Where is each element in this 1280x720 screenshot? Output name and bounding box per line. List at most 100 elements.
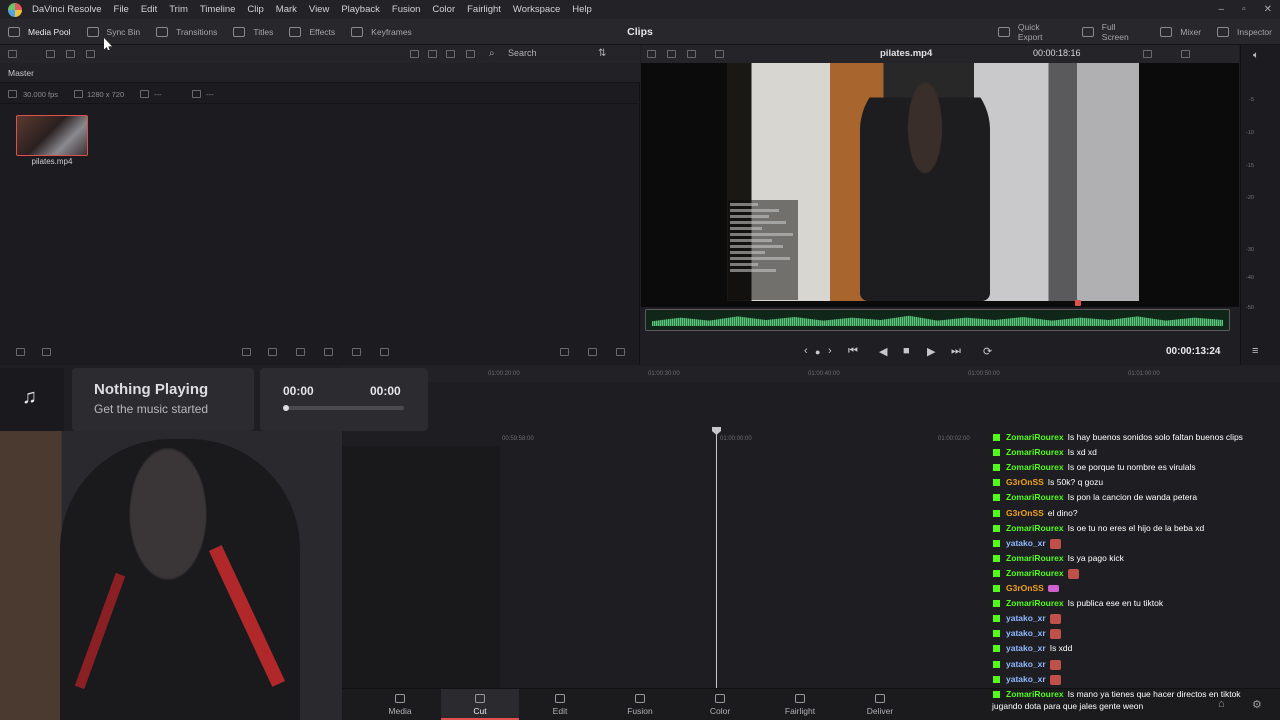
sync-bin-label: Sync Bin [106,26,141,37]
list-view-icon[interactable] [446,50,455,58]
viewer-display-icon[interactable] [1143,50,1152,58]
search-icon[interactable]: ⌕ [489,48,495,59]
chat-text: Is 50k? q gozu [1047,477,1104,487]
reverse-icon[interactable]: ◀ [879,345,887,358]
trim-icon[interactable] [560,348,569,356]
clip-thumbnail[interactable] [16,115,88,156]
import-icon[interactable] [46,50,55,58]
sort-icon[interactable]: ⇅ [598,48,606,59]
menu-workspace[interactable]: Workspace [507,4,566,15]
detail-view-icon[interactable] [466,50,475,58]
music-progress-handle[interactable] [283,405,289,411]
ruler-tick-label: 00:59:58:00 [502,436,534,442]
menu-timeline[interactable]: Timeline [194,4,242,15]
mixer-button[interactable]: Mixer [1152,19,1209,45]
play-icon[interactable]: ▶ [927,345,935,358]
sync-bin-button[interactable]: Sync Bin [79,19,149,45]
quick-export-button[interactable]: Quick Export [990,19,1074,45]
menu-file[interactable]: File [108,4,135,15]
transitions-label: Transitions [176,26,218,37]
menu-help[interactable]: Help [566,4,598,15]
bin-icon[interactable] [66,50,75,58]
viewer-timeline-icon[interactable] [687,50,696,58]
menu-mark[interactable]: Mark [270,4,303,15]
menu-clip[interactable]: Clip [241,4,269,15]
menu-fusion[interactable]: Fusion [386,4,427,15]
place-on-top-icon[interactable] [352,348,361,356]
split-icon[interactable] [16,348,25,356]
search-input[interactable]: Search [508,48,537,58]
volume-icon[interactable]: 🔈︎ [1253,50,1259,61]
page-tab-deliver[interactable]: Deliver [841,689,919,720]
titles-button[interactable]: Titles [225,19,281,45]
chat-text: Is xd xd [1067,447,1097,457]
menu-playback[interactable]: Playback [335,4,386,15]
page-tab-color[interactable]: Color [681,689,759,720]
music-time-end: 00:00 [370,384,401,398]
keyframes-button[interactable]: Keyframes [343,19,420,45]
page-tab-media[interactable]: Media [361,689,439,720]
maximize-icon[interactable]: ▫ [1242,0,1246,19]
audio-meter: 🔈︎ -5 -10 -15 -20 -30 -40 -50 [1240,45,1280,365]
page-tab-fusion[interactable]: Fusion [601,689,679,720]
go-to-end-icon[interactable]: ⏭ [951,345,961,358]
chat-message: G3rOnSS Is 50k? q gozu [993,477,1103,487]
menu-edit[interactable]: Edit [135,4,163,15]
transform-icon[interactable] [588,348,597,356]
mark-icon[interactable]: ● [815,347,820,357]
go-to-start-icon[interactable]: ⏮ [848,345,858,358]
media-pool-button[interactable]: Media Pool [0,19,79,45]
chat-emote-icon [1067,568,1079,579]
menu-view[interactable]: View [303,4,335,15]
timeline-playhead[interactable] [716,432,717,688]
audio-waveform-scrubber[interactable] [645,309,1230,331]
smart-insert-icon[interactable] [42,348,51,356]
ripple-overwrite-icon[interactable] [296,348,305,356]
viewer-playhead-marker[interactable] [1075,300,1081,306]
menu-app[interactable]: DaVinci Resolve [26,4,108,15]
home-icon[interactable]: ⌂ [1218,698,1225,710]
menu-trim[interactable]: Trim [163,4,194,15]
thumbnail-view-icon[interactable] [428,50,437,58]
smart-insert-icon[interactable] [242,348,251,356]
kick-badge-icon [993,600,1000,608]
resolution-value: 1280 x 720 [87,90,125,99]
page-tab-fairlight[interactable]: Fairlight [761,689,839,720]
db-mark: -50 [1246,305,1254,311]
strip-view-icon[interactable] [410,50,419,58]
viewer-mode-icon[interactable] [647,50,656,58]
append-icon[interactable] [268,348,277,356]
options-icon[interactable]: ≡ [1252,345,1258,357]
minimize-icon[interactable]: – [1219,0,1225,19]
prev-edit-icon[interactable]: ‹ [804,345,808,357]
music-progress-bar[interactable] [284,406,404,410]
close-icon[interactable]: ✕ [1264,0,1272,19]
viewer-layout-icon[interactable] [715,50,724,58]
close-up-icon[interactable] [324,348,333,356]
gear-icon[interactable]: ⚙ [1252,698,1262,711]
menu-fairlight[interactable]: Fairlight [461,4,507,15]
loop-icon[interactable]: ⟳ [983,345,992,358]
inspector-button[interactable]: Inspector [1209,19,1280,45]
sync-icon[interactable] [86,50,95,58]
bin-name-master[interactable]: Master [8,68,34,78]
keyframes-icon [351,26,364,37]
panel-toggle-icon[interactable] [8,50,17,58]
menu-color[interactable]: Color [426,4,461,15]
viewer-source-icon[interactable] [667,50,676,58]
audio-tools-icon[interactable] [616,348,625,356]
chat-emote-icon [1047,585,1059,593]
next-edit-icon[interactable]: › [828,345,832,357]
source-overwrite-icon[interactable] [380,348,389,356]
stop-icon[interactable]: ■ [903,345,910,357]
viewer-zoom-icon[interactable] [1181,50,1190,58]
chat-username: ZomariRourex [1006,492,1064,502]
page-tab-cut[interactable]: Cut [441,689,519,720]
chat-text: Is hay buenos sonidos solo faltan buenos… [1067,432,1243,442]
kick-badge-icon [993,540,1000,548]
chat-message: ZomariRourex Is mano ya tienes que hacer … [993,689,1241,699]
effects-button[interactable]: Effects [281,19,343,45]
page-tab-edit[interactable]: Edit [521,689,599,720]
transitions-button[interactable]: Transitions [148,19,225,45]
full-screen-button[interactable]: Full Screen [1074,19,1152,45]
